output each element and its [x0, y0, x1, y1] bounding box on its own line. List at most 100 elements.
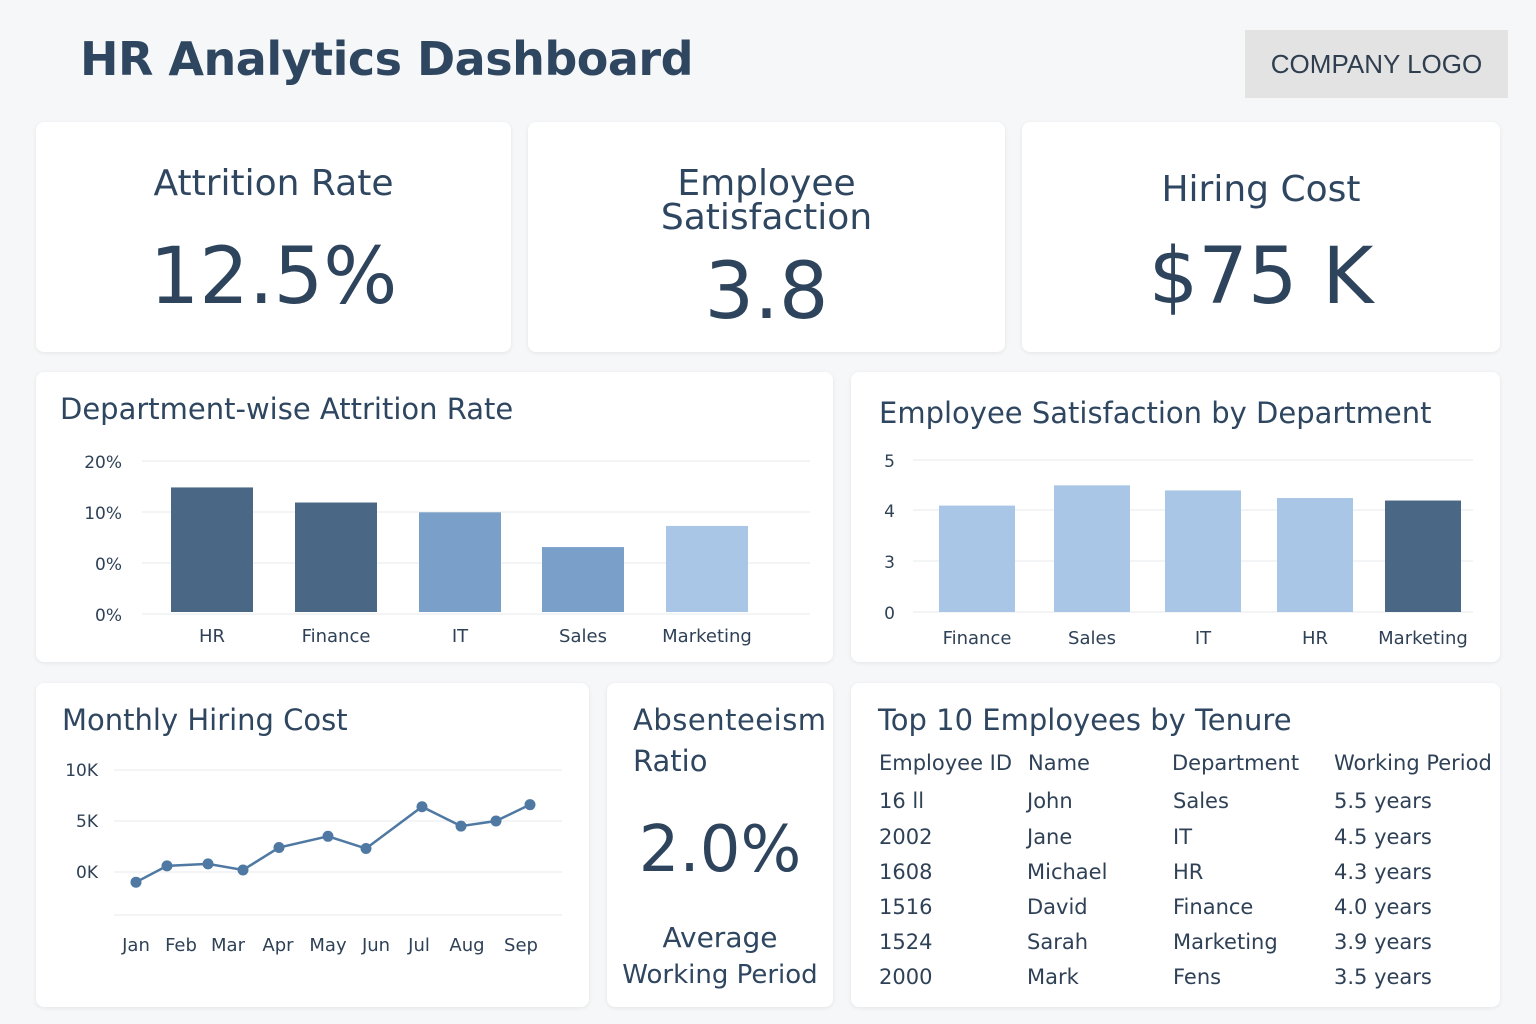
- y-tick-label: 0K: [76, 863, 99, 883]
- cell-department: Fens: [1173, 965, 1222, 989]
- kpi-card-satisfaction: Employee Satisfaction 3.8: [528, 122, 1005, 352]
- absenteeism-card: Absenteeism Ratio 2.0% Average Working P…: [607, 683, 833, 1007]
- kpi-title: Hiring Cost: [1161, 169, 1361, 210]
- y-tick-label: 0%: [95, 555, 122, 575]
- absenteeism-title-line1: Absenteeism: [633, 703, 827, 737]
- cell-name: Michael: [1027, 860, 1108, 884]
- bar-marketing: [666, 525, 748, 612]
- column-header-employee-id[interactable]: Employee ID: [879, 751, 1012, 775]
- cell-working-period: 3.5 years: [1334, 965, 1432, 989]
- hiring-cost-chart-card: Monthly Hiring Cost 10K 5K 0K Jan Feb Mar Apr M…: [36, 683, 589, 1007]
- cell-name: John: [1027, 789, 1073, 813]
- cell-department: HR: [1173, 860, 1204, 884]
- x-tick-label: Jan: [121, 935, 150, 956]
- cell-employee-id: 1516: [879, 895, 933, 919]
- x-tick-label: Marketing: [1378, 628, 1468, 649]
- data-point: [524, 799, 536, 811]
- bar-finance: [295, 502, 377, 612]
- data-point: [237, 864, 249, 876]
- x-tick-label: Sep: [504, 935, 538, 956]
- x-tick-label: Sales: [1068, 628, 1116, 649]
- cell-name: David: [1027, 895, 1088, 919]
- cell-name: Sarah: [1027, 930, 1089, 954]
- attrition-bar-chart: 20% 10% 0% 0% HR Finance IT Sales Marketing: [84, 453, 810, 647]
- data-point: [360, 843, 372, 855]
- bar-it: [1165, 490, 1241, 612]
- x-tick-label: Jun: [361, 935, 390, 956]
- y-tick-label: 3: [884, 553, 895, 573]
- x-tick-label: Mar: [211, 935, 246, 956]
- data-point: [322, 830, 334, 842]
- bar-sales: [542, 547, 624, 612]
- data-point: [416, 801, 428, 813]
- kpi-value: 3.8: [704, 247, 829, 337]
- data-point: [161, 860, 173, 872]
- table-title: Top 10 Employees by Tenure: [878, 703, 1292, 737]
- page-title: HR Analytics Dashboard: [80, 32, 694, 86]
- kpi-card-attrition: Attrition Rate 12.5%: [36, 122, 511, 352]
- hiring-line-chart: 10K 5K 0K Jan Feb Mar Apr May Jun Jul Aug Sep: [65, 761, 562, 956]
- kpi-card-hiring-cost: Hiring Cost $75 K: [1022, 122, 1500, 352]
- kpi-title-line2: Satisfaction: [660, 197, 873, 238]
- y-tick-label: 5: [884, 452, 895, 472]
- cell-working-period: 4.0 years: [1334, 895, 1432, 919]
- column-header-working-period[interactable]: Working Period: [1334, 751, 1492, 775]
- cell-employee-id: 1524: [879, 930, 933, 954]
- x-tick-label: Apr: [262, 935, 294, 956]
- y-tick-label: 10K: [65, 761, 99, 781]
- x-tick-label: Sales: [559, 626, 607, 647]
- bar-hr: [1277, 498, 1353, 612]
- y-tick-label: 0%: [95, 606, 122, 626]
- cell-employee-id: 16 ll: [879, 789, 925, 813]
- cell-working-period: 4.3 years: [1334, 860, 1432, 884]
- cell-working-period: 3.9 years: [1334, 930, 1432, 954]
- x-tick-label: Aug: [449, 935, 484, 956]
- data-point: [130, 876, 142, 888]
- cell-department: Marketing: [1173, 930, 1278, 954]
- bar-marketing: [1385, 500, 1461, 612]
- absenteeism-sub-line2: Working Period: [622, 960, 818, 990]
- kpi-value: 12.5%: [149, 232, 398, 322]
- kpi-title: Attrition Rate: [153, 163, 394, 204]
- attrition-chart-card: Department-wise Attrition Rate 20% 10% 0% 0…: [36, 372, 833, 662]
- cell-department: Sales: [1173, 789, 1229, 813]
- x-tick-label: HR: [1302, 628, 1328, 649]
- cell-department: IT: [1173, 825, 1193, 849]
- column-header-name[interactable]: Name: [1028, 751, 1090, 775]
- cell-working-period: 5.5 years: [1334, 789, 1432, 813]
- data-point: [490, 815, 502, 827]
- bar-finance: [939, 505, 1015, 612]
- cell-employee-id: 2002: [879, 825, 933, 849]
- tenure-table-card: Top 10 Employees by Tenure Employee ID N…: [851, 683, 1500, 1007]
- hiring-cost-line: [135, 803, 531, 884]
- absenteeism-title-line2: Ratio: [633, 744, 708, 778]
- column-header-department[interactable]: Department: [1172, 751, 1299, 775]
- data-point: [455, 820, 467, 832]
- satisfaction-bar-chart: 5 4 3 0 Finance Sales IT HR Marketing: [884, 452, 1473, 649]
- x-tick-label: IT: [452, 626, 469, 647]
- cell-department: Finance: [1173, 895, 1254, 919]
- y-tick-label: 20%: [84, 453, 122, 473]
- bar-it: [419, 512, 501, 612]
- data-point: [202, 858, 214, 870]
- x-tick-label: May: [309, 935, 347, 956]
- x-tick-label: Finance: [943, 628, 1012, 649]
- cell-name: Jane: [1027, 825, 1073, 849]
- x-tick-label: HR: [199, 626, 225, 647]
- cell-employee-id: 1608: [879, 860, 933, 884]
- bar-sales: [1054, 485, 1130, 612]
- x-tick-label: IT: [1195, 628, 1212, 649]
- y-tick-label: 10%: [84, 504, 122, 524]
- absenteeism-value: 2.0%: [638, 813, 802, 887]
- kpi-value: $75 K: [1148, 232, 1374, 322]
- bar-hr: [171, 487, 253, 612]
- cell-employee-id: 2000: [879, 965, 933, 989]
- absenteeism-sub-line1: Average: [662, 921, 778, 954]
- y-tick-label: 4: [884, 502, 895, 522]
- y-tick-label: 0: [884, 604, 895, 624]
- x-tick-label: Jul: [407, 935, 430, 956]
- data-point: [273, 842, 285, 854]
- cell-name: Mark: [1027, 965, 1079, 989]
- y-tick-label: 5K: [76, 812, 99, 832]
- x-tick-label: Marketing: [662, 626, 752, 647]
